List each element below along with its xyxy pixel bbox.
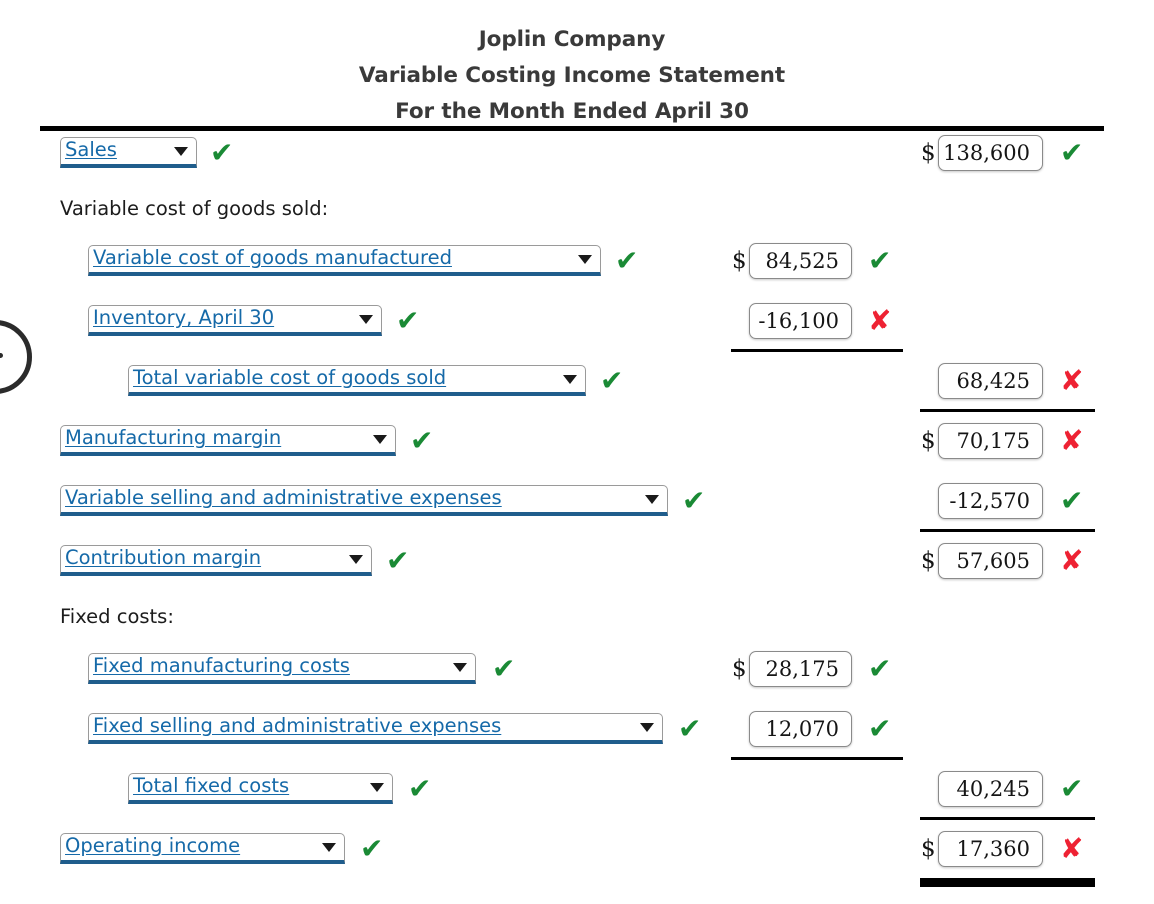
row-contribution-margin: Contribution margin ✔ $ 57,605 ✘ — [0, 539, 1154, 599]
amount-mark-variable-cost-of-goods-manufactured: ✔ — [868, 244, 892, 277]
account-select-variable-cost-of-goods-manufactured[interactable]: Variable cost of goods manufactured — [88, 245, 601, 276]
currency-symbol-fixed-manufacturing-costs: $ — [732, 656, 747, 682]
amount-mark-contribution-margin: ✘ — [1060, 544, 1084, 577]
amount-mark-manufacturing-margin: ✘ — [1060, 424, 1084, 457]
chevron-down-icon — [349, 554, 363, 564]
currency-symbol-sales: $ — [921, 140, 936, 166]
label-mark-variable-cost-of-goods-manufactured: ✔ — [615, 244, 639, 277]
label-mark-sales: ✔ — [210, 136, 234, 169]
amount-input-variable-cost-of-goods-manufactured[interactable]: 84,525 — [749, 243, 852, 279]
statement-header: Joplin Company Variable Costing Income S… — [40, 22, 1104, 130]
label-mark-fixed-manufacturing-costs: ✔ — [492, 652, 516, 685]
amount-input-operating-income[interactable]: 17,360 — [938, 831, 1043, 867]
label-mark-fixed-selling-and-administrative-expenses: ✔ — [678, 712, 702, 745]
account-select-sales[interactable]: Sales — [60, 137, 197, 168]
currency-symbol-contribution-margin: $ — [921, 548, 936, 574]
amount-mark-fixed-selling-and-administrative-expenses: ✔ — [868, 712, 892, 745]
amount-input-contribution-margin[interactable]: 57,605 — [938, 543, 1043, 579]
account-select-fixed-manufacturing-costs[interactable]: Fixed manufacturing costs — [88, 653, 476, 684]
row-fixed-manufacturing-costs: Fixed manufacturing costs ✔ $ 28,175 ✔ — [0, 647, 1154, 707]
company-name: Joplin Company — [478, 27, 666, 52]
amount-mark-sales: ✔ — [1060, 136, 1084, 169]
row-fixed-costs-heading: Fixed costs: — [0, 599, 1154, 647]
account-select-inventory-april-30[interactable]: Inventory, April 30 — [88, 305, 382, 336]
amount-input-manufacturing-margin[interactable]: 70,175 — [938, 423, 1043, 459]
amount-input-total-fixed-costs[interactable]: 40,245 — [938, 771, 1043, 807]
currency-symbol-variable-cost-of-goods-manufactured: $ — [732, 248, 747, 274]
chevron-down-icon — [174, 146, 188, 156]
label-mark-contribution-margin: ✔ — [386, 544, 410, 577]
amount-mark-total-fixed-costs: ✔ — [1060, 772, 1084, 805]
chevron-down-icon — [563, 374, 577, 384]
account-select-total-variable-cost-of-goods-sold[interactable]: Total variable cost of goods sold — [128, 365, 586, 396]
chevron-down-icon — [373, 434, 387, 444]
subtotal-rule-right-cogs — [920, 409, 1095, 412]
row-total-variable-cost-of-goods-sold: Total variable cost of goods sold ✔ 68,4… — [0, 359, 1154, 419]
statement-period: For the Month Ended April 30 — [395, 99, 749, 124]
label-mark-total-variable-cost-of-goods-sold: ✔ — [600, 364, 624, 397]
account-select-operating-income[interactable]: Operating income — [60, 833, 345, 864]
subtotal-rule-middle-cogs — [731, 349, 903, 352]
amount-mark-fixed-manufacturing-costs: ✔ — [868, 652, 892, 685]
section-heading-fixed-costs: Fixed costs: — [60, 605, 174, 628]
account-select-total-fixed-costs[interactable]: Total fixed costs — [128, 773, 393, 804]
chevron-down-icon — [640, 722, 654, 732]
statement-title: Variable Costing Income Statement — [358, 63, 786, 88]
amount-mark-inventory-april-30: ✘ — [868, 304, 892, 337]
amount-input-inventory-april-30[interactable]: -16,100 — [749, 303, 852, 339]
row-manufacturing-margin: Manufacturing margin ✔ $ 70,175 ✘ — [0, 419, 1154, 479]
account-select-contribution-margin[interactable]: Contribution margin — [60, 545, 372, 576]
amount-input-total-variable-cost-of-goods-sold[interactable]: 68,425 — [938, 363, 1043, 399]
row-fixed-selling-and-administrative-expenses: Fixed selling and administrative expense… — [0, 707, 1154, 767]
subtotal-rule-right-fixed — [920, 817, 1095, 820]
subtotal-rule-right-contribution — [920, 529, 1095, 532]
account-select-variable-selling-and-administrative-expenses[interactable]: Variable selling and administrative expe… — [60, 485, 668, 516]
account-select-fixed-selling-and-administrative-expenses[interactable]: Fixed selling and administrative expense… — [88, 713, 663, 744]
row-inventory-april-30: Inventory, April 30 ✔ -16,100 ✘ — [0, 299, 1154, 359]
row-sales: Sales ✔ $ 138,600 ✔ — [0, 131, 1154, 191]
chevron-down-icon — [645, 494, 659, 504]
amount-input-fixed-selling-and-administrative-expenses[interactable]: 12,070 — [749, 711, 852, 747]
row-variable-cogs-heading: Variable cost of goods sold: — [0, 191, 1154, 239]
amount-input-sales[interactable]: 138,600 — [938, 135, 1043, 171]
label-mark-inventory-april-30: ✔ — [396, 304, 420, 337]
row-variable-selling-and-administrative-expenses: Variable selling and administrative expe… — [0, 479, 1154, 539]
grand-total-double-rule — [920, 878, 1095, 887]
chevron-down-icon — [359, 314, 373, 324]
chevron-down-icon — [453, 662, 467, 672]
label-mark-operating-income: ✔ — [360, 832, 384, 865]
amount-input-fixed-manufacturing-costs[interactable]: 28,175 — [749, 651, 852, 687]
chevron-down-icon — [370, 782, 384, 792]
chevron-down-icon — [322, 842, 336, 852]
account-select-manufacturing-margin[interactable]: Manufacturing margin — [60, 425, 396, 456]
amount-mark-operating-income: ✘ — [1060, 832, 1084, 865]
label-mark-variable-selling-and-administrative-expenses: ✔ — [682, 484, 706, 517]
row-variable-cost-of-goods-manufactured: Variable cost of goods manufactured ✔ $ … — [0, 239, 1154, 299]
amount-input-variable-selling-and-administrative-expenses[interactable]: -12,570 — [938, 483, 1043, 519]
row-operating-income: Operating income ✔ $ 17,360 ✘ — [0, 827, 1154, 887]
amount-mark-variable-selling-and-administrative-expenses: ✔ — [1060, 484, 1084, 517]
amount-mark-total-variable-cost-of-goods-sold: ✘ — [1060, 364, 1084, 397]
section-heading-variable-cogs: Variable cost of goods sold: — [60, 197, 329, 220]
subtotal-rule-middle-fixed — [731, 757, 903, 760]
chevron-down-icon — [578, 254, 592, 264]
currency-symbol-manufacturing-margin: $ — [921, 428, 936, 454]
statement-body: Sales ✔ $ 138,600 ✔ Variable cost of goo… — [0, 131, 1154, 887]
label-mark-total-fixed-costs: ✔ — [408, 772, 432, 805]
currency-symbol-operating-income: $ — [921, 836, 936, 862]
row-total-fixed-costs: Total fixed costs ✔ 40,245 ✔ — [0, 767, 1154, 827]
label-mark-manufacturing-margin: ✔ — [410, 424, 434, 457]
